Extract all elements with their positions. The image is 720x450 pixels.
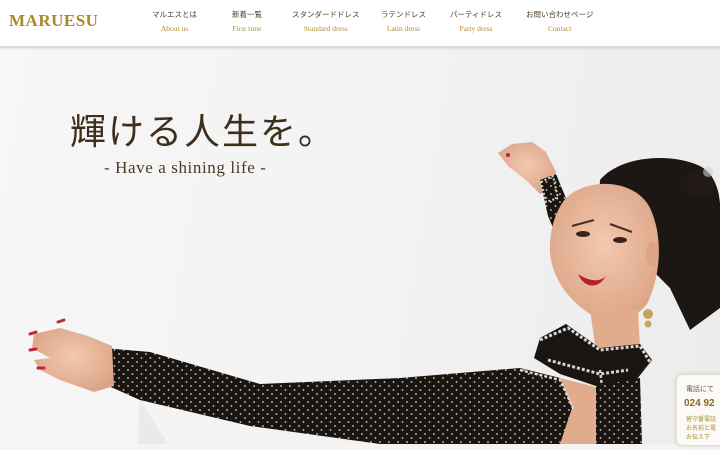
nav-item-contact[interactable]: お問い合わせページ Contact (526, 10, 593, 35)
nav-label-en: First time (232, 24, 262, 33)
hero-title: 輝ける人生を。 (70, 112, 337, 153)
nav-item-first-time[interactable]: 新着一覧 First time (232, 10, 262, 35)
nav-label-ja: マルエスとは (152, 10, 197, 19)
nav-label-ja: お問い合わせページ (526, 10, 594, 19)
nav-label-ja: パーティドレス (450, 10, 503, 19)
phone-note-line: お名前と電 (686, 425, 717, 432)
nav-label-en: Party dress (459, 24, 493, 33)
nav-label-en: Latin dress (386, 24, 421, 33)
site-logo[interactable]: MARUESU (9, 11, 98, 31)
phone-note-line: 留守番電話 (686, 416, 717, 423)
nav-item-about-us[interactable]: マルエスとは About us (152, 10, 197, 35)
hero-banner: 輝ける人生を。 - Have a shining life - (0, 48, 720, 444)
nav-label-ja: ラテンドレス (381, 10, 426, 19)
nav-label-en: Contact (548, 24, 572, 33)
phone-note-line: お伝え下 (686, 434, 711, 441)
phone-contact-widget[interactable]: 電話にて 024 92 留守番電話 お名前と電 お伝え下 (676, 374, 720, 446)
site-header: MARUESU マルエスとは About us 新着一覧 First time … (0, 0, 720, 48)
nav-label-en: Standard dress (303, 24, 348, 33)
page-bottom-strip (0, 444, 720, 450)
phone-contact-label: 電話にて (686, 385, 714, 393)
hero-subtitle: - Have a shining life - (104, 158, 267, 177)
nav-item-party-dress[interactable]: パーティドレス Party dress (450, 10, 502, 35)
phone-contact-note: 留守番電話 お名前と電 お伝え下 (686, 415, 720, 442)
phone-number[interactable]: 024 92 (684, 398, 715, 409)
nav-label-ja: 新着一覧 (232, 10, 262, 19)
nav-item-standard-dress[interactable]: スタンダードドレス Standard dress (292, 10, 360, 35)
nav-label-en: About us (160, 24, 189, 33)
nav-item-latin-dress[interactable]: ラテンドレス Latin dress (381, 10, 426, 35)
nav-label-ja: スタンダードドレス (292, 10, 360, 19)
